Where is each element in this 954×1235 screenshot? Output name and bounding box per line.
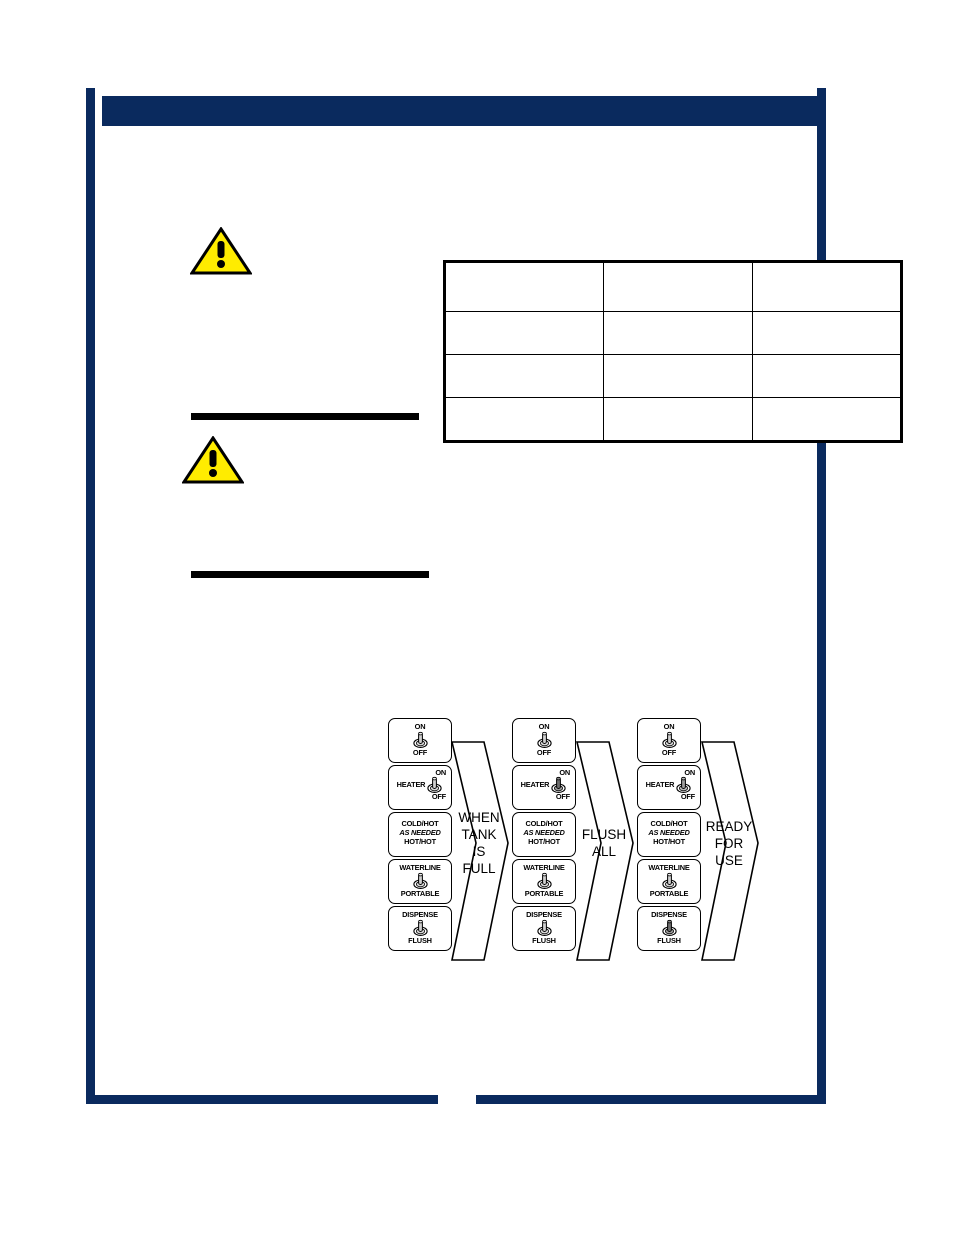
table-cell (602, 354, 753, 398)
temperature-mode-box[interactable]: COLD/HOT AS NEEDED HOT/HOT (512, 812, 576, 857)
waterline-label: WATERLINE (399, 863, 441, 872)
toggle-switch-icon[interactable] (536, 919, 553, 936)
power-switch-box[interactable]: ON OFF (512, 718, 576, 763)
heater-switch-box[interactable]: ON HEATER OFF (637, 765, 701, 810)
toggle-switch-icon[interactable] (412, 731, 429, 748)
heater-switch-box[interactable]: ON HEATER OFF (512, 765, 576, 810)
table-cell (602, 397, 753, 442)
waterline-switch-box[interactable]: WATERLINE PORTABLE (637, 859, 701, 904)
power-switch-on-label: ON (414, 722, 426, 731)
table-cell (751, 311, 903, 355)
power-switch-off-label: OFF (661, 748, 677, 757)
flush-label: FLUSH (657, 936, 681, 945)
table-row (444, 261, 903, 312)
section-header-banner (102, 96, 826, 126)
arrow-flush-all: FLUSH ALL (573, 720, 635, 966)
divider-rule-bottom (191, 571, 429, 578)
dispense-label: DISPENSE (651, 910, 687, 919)
temp-cold-hot-label: COLD/HOT (525, 819, 563, 828)
table-cell (444, 397, 604, 442)
table-cell (602, 261, 753, 312)
table-row (444, 311, 903, 355)
page-border-bottom-right (476, 1095, 826, 1104)
toggle-switch-icon[interactable] (412, 872, 429, 889)
toggle-switch-icon[interactable] (426, 776, 443, 793)
switch-sequence-diagram: ON OFF ON HEATER OFF COLD/HOT AS NEEDED … (388, 718, 788, 968)
power-switch-on-label: ON (663, 722, 675, 731)
portable-label: PORTABLE (524, 889, 564, 898)
flush-label: FLUSH (408, 936, 432, 945)
toggle-switch-icon[interactable] (675, 776, 692, 793)
dispense-switch-box[interactable]: DISPENSE FLUSH (512, 906, 576, 951)
heater-switch-off-label: OFF (555, 792, 570, 801)
switch-panel-2: ON OFF ON HEATER OFF COLD/HOT AS NEEDED … (512, 718, 576, 966)
toggle-switch-icon[interactable] (536, 872, 553, 889)
warning-block-1 (190, 227, 252, 275)
temp-as-needed-label: AS NEEDED (399, 828, 441, 837)
table-cell (444, 311, 604, 355)
switch-panel-3: ON OFF ON HEATER OFF COLD/HOT AS NEEDED … (637, 718, 701, 966)
heater-switch-label: HEATER (396, 780, 426, 789)
temp-cold-hot-label: COLD/HOT (650, 819, 688, 828)
page-border-bottom-left (86, 1095, 438, 1104)
heater-switch-label: HEATER (645, 780, 675, 789)
dispense-label: DISPENSE (402, 910, 438, 919)
temp-hot-hot-label: HOT/HOT (404, 837, 436, 846)
heater-switch-off-label: OFF (680, 792, 695, 801)
warning-block-2 (182, 436, 244, 484)
heater-switch-label: HEATER (520, 780, 550, 789)
toggle-switch-icon[interactable] (550, 776, 567, 793)
page-border-left (86, 88, 95, 1104)
power-switch-box[interactable]: ON OFF (388, 718, 452, 763)
temp-hot-hot-label: HOT/HOT (653, 837, 685, 846)
power-switch-box[interactable]: ON OFF (637, 718, 701, 763)
arrow-ready-for-use: READY FOR USE (698, 720, 760, 966)
toggle-switch-icon[interactable] (412, 919, 429, 936)
table-row (444, 354, 903, 398)
heater-switch-box[interactable]: ON HEATER OFF (388, 765, 452, 810)
arrow-when-tank-is-full: WHEN TANK IS FULL (448, 720, 510, 966)
spec-table (443, 260, 903, 443)
waterline-switch-box[interactable]: WATERLINE PORTABLE (388, 859, 452, 904)
power-switch-on-label: ON (538, 722, 550, 731)
table-cell (751, 397, 903, 442)
spec-table-body (444, 261, 903, 442)
table-row (444, 397, 903, 442)
dispense-switch-box[interactable]: DISPENSE FLUSH (388, 906, 452, 951)
temperature-mode-box[interactable]: COLD/HOT AS NEEDED HOT/HOT (388, 812, 452, 857)
waterline-label: WATERLINE (523, 863, 565, 872)
temp-as-needed-label: AS NEEDED (648, 828, 690, 837)
table-cell (751, 354, 903, 398)
power-switch-off-label: OFF (536, 748, 552, 757)
warning-triangle-icon (190, 227, 252, 275)
temp-cold-hot-label: COLD/HOT (401, 819, 439, 828)
portable-label: PORTABLE (400, 889, 440, 898)
temperature-mode-box[interactable]: COLD/HOT AS NEEDED HOT/HOT (637, 812, 701, 857)
page-border-right (817, 88, 826, 1104)
table-cell (751, 261, 903, 312)
toggle-switch-icon[interactable] (661, 919, 678, 936)
portable-label: PORTABLE (649, 889, 689, 898)
toggle-switch-icon[interactable] (661, 731, 678, 748)
temp-hot-hot-label: HOT/HOT (528, 837, 560, 846)
table-cell (444, 354, 604, 398)
power-switch-off-label: OFF (412, 748, 428, 757)
warning-triangle-icon (182, 436, 244, 484)
flush-label: FLUSH (532, 936, 556, 945)
heater-switch-off-label: OFF (431, 792, 446, 801)
table-cell (602, 311, 753, 355)
divider-rule-top (191, 413, 419, 420)
temp-as-needed-label: AS NEEDED (523, 828, 565, 837)
toggle-switch-icon[interactable] (661, 872, 678, 889)
switch-panel-1: ON OFF ON HEATER OFF COLD/HOT AS NEEDED … (388, 718, 452, 966)
waterline-label: WATERLINE (648, 863, 690, 872)
toggle-switch-icon[interactable] (536, 731, 553, 748)
dispense-switch-box[interactable]: DISPENSE FLUSH (637, 906, 701, 951)
table-cell (444, 261, 604, 312)
waterline-switch-box[interactable]: WATERLINE PORTABLE (512, 859, 576, 904)
dispense-label: DISPENSE (526, 910, 562, 919)
